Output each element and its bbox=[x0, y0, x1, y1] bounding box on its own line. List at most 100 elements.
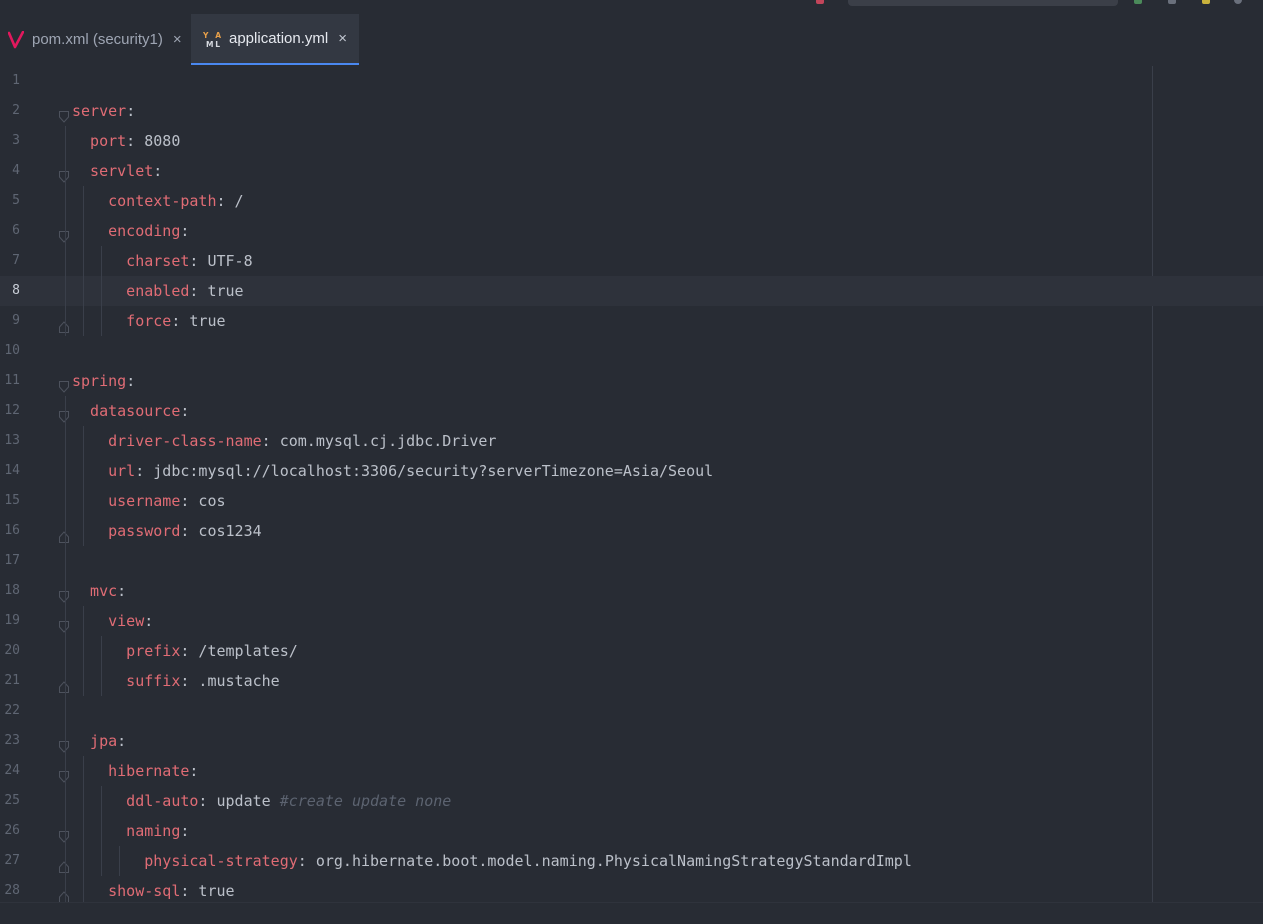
line-number: 24 bbox=[4, 763, 20, 778]
code-text: mvc: bbox=[90, 576, 126, 606]
code-line[interactable]: 24 hibernate: bbox=[0, 756, 1263, 786]
yaml-key: force bbox=[126, 312, 172, 330]
indent-guide bbox=[83, 756, 85, 906]
code-line[interactable]: 21 suffix: .mustache bbox=[0, 666, 1263, 696]
yaml-separator: : bbox=[144, 612, 154, 630]
yaml-separator: : bbox=[180, 882, 199, 900]
code-line[interactable]: 13 driver-class-name: com.mysql.cj.jdbc.D… bbox=[0, 426, 1263, 456]
yaml-separator: : bbox=[189, 252, 208, 270]
tab-application-yml[interactable]: YA ML application.yml × bbox=[191, 14, 359, 65]
line-number: 19 bbox=[4, 613, 20, 628]
fold-arrow-icon[interactable] bbox=[58, 404, 70, 423]
code-line[interactable]: 7 charset: UTF-8 bbox=[0, 246, 1263, 276]
settings-icon[interactable] bbox=[1202, 0, 1210, 4]
code-line[interactable]: 27 physical-strategy: org.hibernate.boot.… bbox=[0, 846, 1263, 876]
code-line[interactable]: 12 datasource: bbox=[0, 396, 1263, 426]
yaml-value: / bbox=[234, 192, 244, 210]
fold-arrow-icon[interactable] bbox=[58, 614, 70, 633]
maven-icon bbox=[8, 30, 24, 49]
code-text: spring: bbox=[72, 366, 135, 396]
yaml-separator: : bbox=[198, 792, 217, 810]
code-line[interactable]: 6 encoding: bbox=[0, 216, 1263, 246]
line-number: 8 bbox=[12, 283, 20, 298]
code-line[interactable]: 19 view: bbox=[0, 606, 1263, 636]
code-line[interactable]: 1 bbox=[0, 66, 1263, 96]
code-line[interactable]: 26 naming: bbox=[0, 816, 1263, 846]
yaml-key: driver-class-name bbox=[108, 432, 262, 450]
code-line[interactable]: 25 ddl-auto: update #create update none bbox=[0, 786, 1263, 816]
yaml-separator: : bbox=[117, 582, 127, 600]
code-line[interactable]: 3 port: 8080 bbox=[0, 126, 1263, 156]
line-number: 9 bbox=[12, 313, 20, 328]
tab-label: pom.xml (security1) bbox=[32, 31, 163, 48]
yaml-key: mvc bbox=[90, 582, 118, 600]
yaml-separator: : bbox=[117, 732, 127, 750]
code-line[interactable]: 15 username: cos bbox=[0, 486, 1263, 516]
code-line[interactable]: 10 bbox=[0, 336, 1263, 366]
yaml-key: ddl-auto bbox=[126, 792, 199, 810]
code-text: ddl-auto: update #create update none bbox=[126, 786, 451, 816]
code-line[interactable]: 22 bbox=[0, 696, 1263, 726]
code-line[interactable]: 9 force: true bbox=[0, 306, 1263, 336]
code-text: datasource: bbox=[90, 396, 189, 426]
fold-end-icon[interactable] bbox=[58, 314, 70, 333]
indent-guide bbox=[65, 126, 66, 336]
fold-arrow-icon[interactable] bbox=[58, 734, 70, 753]
close-icon[interactable]: × bbox=[173, 32, 182, 47]
code-line[interactable]: 14 url: jdbc:mysql://localhost:3306/secur… bbox=[0, 456, 1263, 486]
fold-arrow-icon[interactable] bbox=[58, 764, 70, 783]
code-line[interactable]: 20 prefix: /templates/ bbox=[0, 636, 1263, 666]
indent-guide bbox=[101, 636, 103, 696]
line-number: 12 bbox=[4, 403, 20, 418]
code-text: username: cos bbox=[108, 486, 225, 516]
code-line[interactable]: 18 mvc: bbox=[0, 576, 1263, 606]
code-editor[interactable]: 1 2 server: 3 port: 8080 4 servlet: 5 context-pa… bbox=[0, 66, 1263, 906]
fold-arrow-icon[interactable] bbox=[58, 224, 70, 243]
code-line[interactable]: 2 server: bbox=[0, 96, 1263, 126]
code-line[interactable]: 17 bbox=[0, 546, 1263, 576]
fold-arrow-icon[interactable] bbox=[58, 104, 70, 123]
run-configuration-selector[interactable] bbox=[848, 0, 1118, 6]
yaml-key: show-sql bbox=[108, 882, 181, 900]
fold-end-icon[interactable] bbox=[58, 884, 70, 903]
code-line[interactable]: 5 context-path: / bbox=[0, 186, 1263, 216]
indent-guide bbox=[101, 246, 103, 336]
fold-end-icon[interactable] bbox=[58, 524, 70, 543]
code-line[interactable]: 23 jpa: bbox=[0, 726, 1263, 756]
yaml-value: true bbox=[198, 882, 235, 900]
indent-guide bbox=[65, 396, 66, 906]
code-text: url: jdbc:mysql://localhost:3306/securit… bbox=[108, 456, 713, 486]
code-line[interactable]: 11 spring: bbox=[0, 366, 1263, 396]
debug-icon[interactable] bbox=[1168, 0, 1176, 4]
fold-end-icon[interactable] bbox=[58, 674, 70, 693]
yaml-separator: : bbox=[126, 132, 145, 150]
code-line[interactable]: 16 password: cos1234 bbox=[0, 516, 1263, 546]
yaml-separator: : bbox=[180, 822, 190, 840]
profile-icon[interactable] bbox=[1234, 0, 1242, 4]
close-icon[interactable]: × bbox=[338, 31, 347, 46]
fold-end-icon[interactable] bbox=[58, 854, 70, 873]
fold-arrow-icon[interactable] bbox=[58, 374, 70, 393]
tab-pom-xml[interactable]: pom.xml (security1) × bbox=[0, 14, 190, 65]
build-icon[interactable] bbox=[816, 0, 824, 4]
yaml-separator: : bbox=[180, 642, 199, 660]
code-text: password: cos1234 bbox=[108, 516, 262, 546]
yaml-key: url bbox=[108, 462, 136, 480]
code-text: physical-strategy: org.hibernate.boot.mo… bbox=[144, 846, 912, 876]
code-text: servlet: bbox=[90, 156, 162, 186]
yaml-separator: : bbox=[135, 462, 154, 480]
code-line[interactable]: 4 servlet: bbox=[0, 156, 1263, 186]
yaml-value: true bbox=[207, 282, 244, 300]
yaml-value: true bbox=[189, 312, 226, 330]
yaml-value: /templates/ bbox=[198, 642, 298, 660]
fold-arrow-icon[interactable] bbox=[58, 584, 70, 603]
fold-arrow-icon[interactable] bbox=[58, 824, 70, 843]
code-line[interactable]: 8 enabled: true bbox=[0, 276, 1263, 306]
run-icon[interactable] bbox=[1134, 0, 1142, 4]
code-text: hibernate: bbox=[108, 756, 198, 786]
horizontal-scrollbar[interactable] bbox=[0, 902, 1263, 924]
toolbar-strip bbox=[0, 0, 1263, 14]
yaml-separator: : bbox=[180, 492, 199, 510]
indent-guide bbox=[83, 426, 85, 546]
fold-arrow-icon[interactable] bbox=[58, 164, 70, 183]
